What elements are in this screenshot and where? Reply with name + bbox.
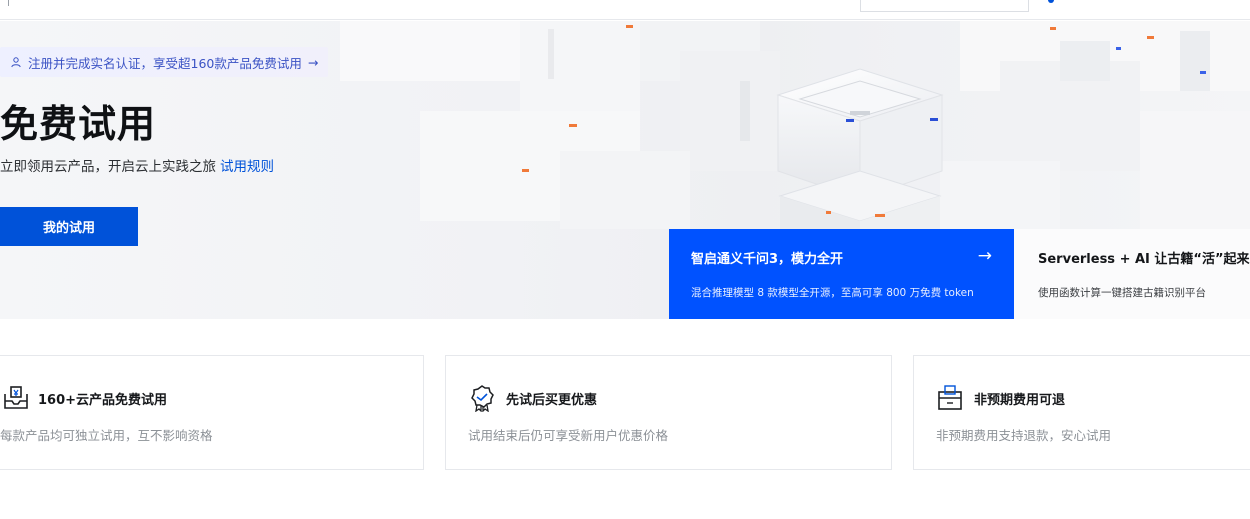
promo-text: 注册并完成实名认证，享受超160款产品免费试用 [28,55,302,71]
user-icon [11,57,21,68]
arrow-right-icon: → [307,54,319,70]
feature-desc: 非预期费用支持退款，安心试用 [936,428,1112,443]
award-badge-icon [471,385,494,412]
nav-divider [8,0,9,6]
hero-subtitle-text: 立即领用云产品，开启云上实践之旅 [0,159,216,175]
page-title: 免费试用 [0,102,157,146]
qwen-card-desc: 混合推理模型 8 款模型全开源，至高可享 800 万免费 token [691,287,974,299]
feature-title: 非预期费用可退 [974,393,1066,408]
hero-banner: 注册并完成实名认证，享受超160款产品免费试用 → 免费试用 立即领用云产品，开… [0,21,1250,319]
feature-title: 先试后买更优惠 [506,393,598,408]
serverless-promo-card[interactable]: Serverless + AI 让古籍“活”起来 使用函数计算一键搭建古籍识别平… [1014,229,1250,319]
qwen-card-title: 智启通义千问3，模力全开 [691,252,844,267]
feature-desc: 试用结束后仍可享受新用户优惠价格 [468,428,669,443]
feature-title: 160+云产品免费试用 [38,393,168,408]
top-navigation-bar [0,0,1250,20]
arrow-right-icon: → [977,246,992,266]
nav-indicator-icon [1048,0,1054,3]
search-input[interactable] [860,0,1029,12]
promo-banner[interactable]: 注册并完成实名认证，享受超160款产品免费试用 → [0,47,329,77]
my-trial-button[interactable]: 我的试用 [0,207,138,246]
hero-subtitle: 立即领用云产品，开启云上实践之旅 试用规则 [0,155,274,175]
qwen-promo-card[interactable]: 智启通义千问3，模力全开 → 混合推理模型 8 款模型全开源，至高可享 800 … [669,229,1014,319]
serverless-card-title: Serverless + AI 让古籍“活”起来 [1038,252,1250,267]
feature-desc: 每款产品均可独立试用，互不影响资格 [0,428,213,443]
feature-card-free-trial: 160+云产品免费试用 每款产品均可独立试用，互不影响资格 [0,355,424,470]
refund-box-icon [938,385,962,410]
feature-card-refund: 非预期费用可退 非预期费用支持退款，安心试用 [913,355,1250,470]
feature-card-discount: 先试后买更优惠 试用结束后仍可享受新用户优惠价格 [445,355,892,470]
trial-rules-link[interactable]: 试用规则 [220,159,274,175]
product-box-icon [4,386,28,409]
serverless-card-desc: 使用函数计算一键搭建古籍识别平台 [1038,287,1206,299]
